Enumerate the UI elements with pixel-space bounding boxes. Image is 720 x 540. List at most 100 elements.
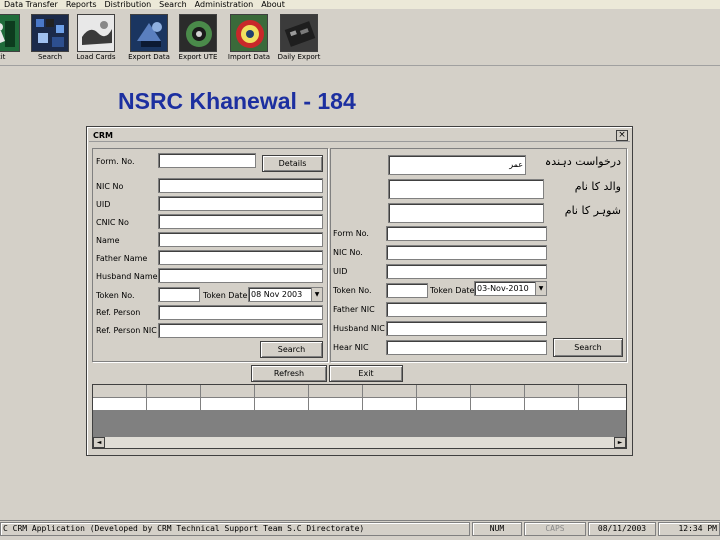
left-uid-label: UID xyxy=(96,200,111,209)
left-name-input[interactable] xyxy=(158,232,323,247)
left-ref-person-input[interactable] xyxy=(158,305,323,320)
search-icon xyxy=(31,14,69,52)
grid-cell[interactable] xyxy=(147,398,201,410)
left-token-no-input[interactable] xyxy=(158,287,200,302)
table-row[interactable] xyxy=(93,398,626,411)
daily-export-toolbar-button[interactable]: Daily Export xyxy=(276,14,322,66)
load-cards-toolbar-button[interactable]: Load Cards xyxy=(73,14,119,66)
right-form-no-input[interactable] xyxy=(386,226,547,241)
left-search-button[interactable]: Search xyxy=(260,341,323,358)
dialog-titlebar: CRM × xyxy=(89,129,630,142)
search-toolbar-button[interactable]: Search xyxy=(27,14,73,66)
left-name-label: Name xyxy=(96,236,120,245)
menu-bar: Data Transfer Reports Distribution Searc… xyxy=(0,0,720,9)
refresh-button[interactable]: Refresh xyxy=(251,365,327,382)
left-ref-person-nic-label: Ref. Person NIC xyxy=(96,326,157,335)
chevron-down-icon[interactable]: ▼ xyxy=(535,282,546,295)
grid-header-cell[interactable] xyxy=(417,385,471,397)
scroll-right-icon[interactable]: ► xyxy=(614,437,626,448)
exit-button[interactable]: Exit xyxy=(329,365,403,382)
grid-header xyxy=(93,385,626,398)
exit-toolbar-button[interactable]: xit xyxy=(0,14,24,66)
urdu-applicant-input[interactable]: عمر xyxy=(388,155,526,175)
grid-cell[interactable] xyxy=(93,398,147,410)
left-nic-no-input[interactable] xyxy=(158,178,323,193)
chevron-down-icon[interactable]: ▼ xyxy=(311,288,322,301)
right-husband-nic-input[interactable] xyxy=(386,321,547,336)
right-father-nic-input[interactable] xyxy=(386,302,547,317)
right-form-no-label: Form No. xyxy=(333,229,369,238)
export-data-toolbar-button[interactable]: Export Data xyxy=(126,14,172,66)
grid-header-cell[interactable] xyxy=(525,385,579,397)
scroll-left-icon[interactable]: ◄ xyxy=(93,437,105,448)
urdu-husband-label: شوہر کا نام xyxy=(564,204,621,217)
status-caps: CAPS xyxy=(524,522,586,536)
left-ref-person-nic-input[interactable] xyxy=(158,323,323,338)
status-app-text: C CRM Application (Developed by CRM Tech… xyxy=(0,522,470,536)
grid-header-cell[interactable] xyxy=(471,385,525,397)
export-ute-toolbar-button[interactable]: Export UTE xyxy=(175,14,221,66)
left-cnic-no-label: CNIC No xyxy=(96,218,129,227)
import-data-icon xyxy=(230,14,268,52)
left-father-name-input[interactable] xyxy=(158,250,323,265)
status-date: 08/11/2003 xyxy=(588,522,656,536)
left-uid-input[interactable] xyxy=(158,196,323,211)
grid-header-cell[interactable] xyxy=(201,385,255,397)
menu-about[interactable]: About xyxy=(257,0,289,9)
left-token-no-label: Token No. xyxy=(96,291,135,300)
exit-door-icon xyxy=(0,14,20,52)
status-num: NUM xyxy=(472,522,522,536)
menu-administration[interactable]: Administration xyxy=(191,0,258,9)
urdu-father-label: والد کا نام xyxy=(574,180,621,193)
left-cnic-no-input[interactable] xyxy=(158,214,323,229)
right-father-nic-label: Father NIC xyxy=(333,305,375,314)
horizontal-scrollbar[interactable]: ◄ ► xyxy=(93,436,626,448)
daily-export-icon xyxy=(280,14,318,52)
results-grid[interactable]: ◄ ► xyxy=(92,384,627,449)
left-token-date-select[interactable]: 08 Nov 2003 ▼ xyxy=(248,287,323,302)
grid-header-cell[interactable] xyxy=(93,385,147,397)
right-search-panel: عمر درخواست دہندہ والد کا نام شوہر کا نا… xyxy=(330,148,627,362)
right-nic-no-input[interactable] xyxy=(386,245,547,260)
left-form-no-input[interactable] xyxy=(158,153,256,168)
right-uid-label: UID xyxy=(333,267,348,276)
right-token-no-input[interactable] xyxy=(386,283,428,298)
right-husband-nic-label: Husband NIC xyxy=(333,324,385,333)
urdu-father-input[interactable] xyxy=(388,179,544,199)
grid-cell[interactable] xyxy=(363,398,417,410)
menu-search[interactable]: Search xyxy=(155,0,190,9)
grid-cell[interactable] xyxy=(309,398,363,410)
right-hear-nic-input[interactable] xyxy=(386,340,547,355)
menu-data-transfer[interactable]: Data Transfer xyxy=(0,0,62,9)
left-husband-name-input[interactable] xyxy=(158,268,323,283)
right-token-date-select[interactable]: 03-Nov-2010 ▼ xyxy=(474,281,547,296)
left-form-no-label: Form. No. xyxy=(96,157,135,166)
right-uid-input[interactable] xyxy=(386,264,547,279)
toolbar: xit Search Load Cards Export Data Export… xyxy=(0,10,720,66)
grid-header-cell[interactable] xyxy=(363,385,417,397)
right-nic-no-label: NIC No. xyxy=(333,248,363,257)
export-ute-toolbar-label: Export UTE xyxy=(178,53,218,61)
grid-cell[interactable] xyxy=(525,398,579,410)
status-time: 12:34 PM xyxy=(658,522,720,536)
grid-cell[interactable] xyxy=(471,398,525,410)
right-search-button[interactable]: Search xyxy=(553,338,623,357)
search-toolbar-label: Search xyxy=(37,53,63,61)
grid-cell[interactable] xyxy=(201,398,255,410)
load-cards-toolbar-label: Load Cards xyxy=(76,53,116,61)
menu-distribution[interactable]: Distribution xyxy=(101,0,156,9)
menu-reports[interactable]: Reports xyxy=(62,0,101,9)
grid-cell[interactable] xyxy=(255,398,309,410)
grid-cell[interactable] xyxy=(417,398,471,410)
grid-header-cell[interactable] xyxy=(309,385,363,397)
grid-header-cell[interactable] xyxy=(147,385,201,397)
urdu-husband-input[interactable] xyxy=(388,203,544,223)
import-data-toolbar-button[interactable]: Import Data xyxy=(226,14,272,66)
grid-header-cell[interactable] xyxy=(255,385,309,397)
export-data-toolbar-label: Export Data xyxy=(128,53,170,61)
left-nic-no-label: NIC No xyxy=(96,182,124,191)
export-data-icon xyxy=(130,14,168,52)
close-icon[interactable]: × xyxy=(616,130,628,141)
details-button[interactable]: Details xyxy=(262,155,323,172)
page-title: NSRC Khanewal - 184 xyxy=(118,88,356,114)
